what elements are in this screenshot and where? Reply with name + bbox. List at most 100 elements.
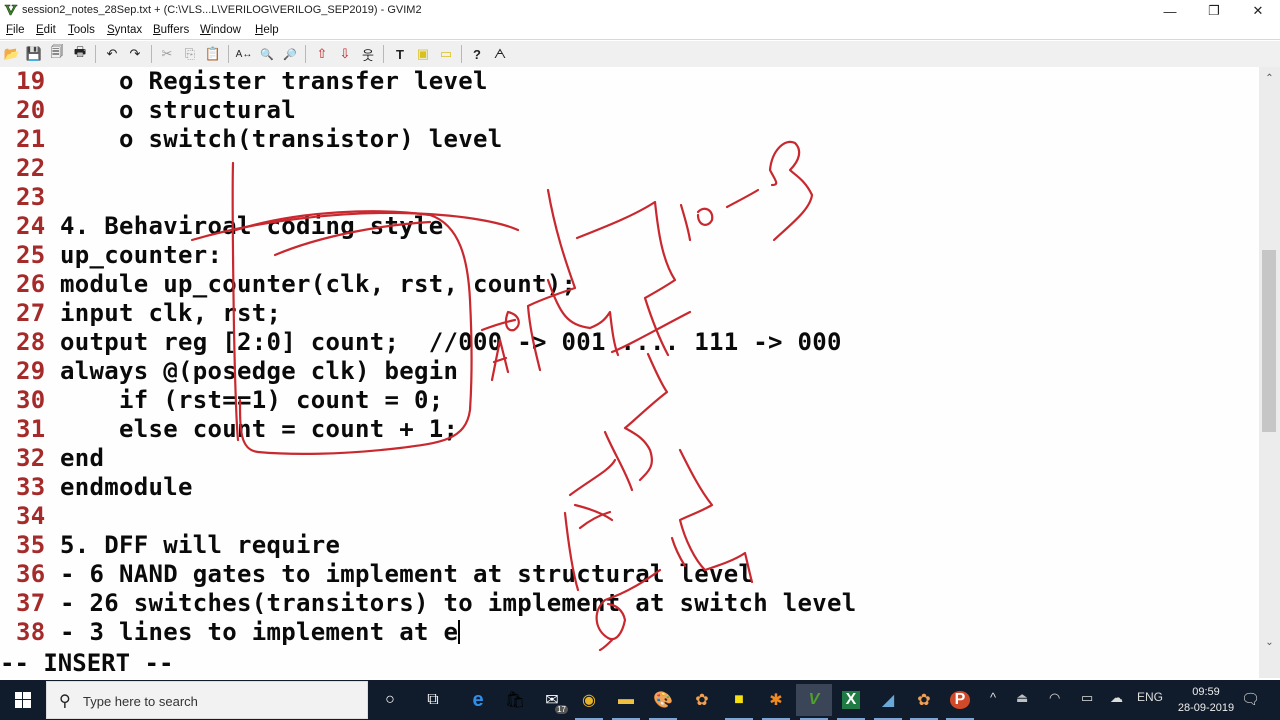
taskbar-app-blue[interactable]: ◢	[870, 684, 906, 720]
open-button[interactable]: 📂	[2, 44, 22, 64]
line-number: 31	[16, 415, 46, 443]
line-number: 23	[16, 183, 46, 211]
taskbar-cortana[interactable]: ○	[372, 684, 408, 716]
save-session-button[interactable]: ⇩	[335, 44, 355, 64]
system-clock[interactable]: 09:59 28-09-2019	[1176, 684, 1236, 716]
wifi-icon[interactable]: ◠	[1049, 690, 1060, 706]
line-number: 35	[16, 531, 46, 559]
network-drive-icon[interactable]: ⏏	[1016, 690, 1028, 706]
find-replace-button[interactable]: A↔	[234, 44, 254, 64]
scroll-up-button[interactable]: ⌃	[1259, 69, 1280, 87]
print-button[interactable]: 🖶	[70, 44, 90, 64]
scrollbar-thumb[interactable]	[1262, 250, 1276, 432]
taskbar-paint[interactable]: 🎨	[645, 684, 681, 720]
editor-line: 36 - 6 NAND gates to implement at structu…	[0, 560, 753, 589]
save-all-icon: 🗐	[50, 44, 64, 59]
menu-buffers[interactable]: Buffers	[153, 24, 189, 36]
editor-line: 23	[0, 183, 60, 212]
taskbar-chrome[interactable]: ◉	[571, 684, 607, 720]
windows-taskbar: ⚲ Type here to search ○ ⧉ e 🛍 ✉ 17 ◉ ▬ 🎨 …	[0, 680, 1280, 720]
find-next-button[interactable]: 🔍	[257, 44, 277, 64]
cut-icon: ✂	[161, 46, 173, 61]
tag-icon: ▭	[439, 46, 453, 61]
toolbar-separator	[95, 45, 96, 63]
close-button[interactable]: ✕	[1236, 0, 1280, 22]
paste-button[interactable]: 📋	[203, 44, 223, 64]
shell-button[interactable]: ▣	[413, 44, 433, 64]
minimize-button[interactable]: —	[1148, 0, 1192, 22]
redo-button[interactable]: ↷	[125, 44, 145, 64]
windows-logo-icon	[15, 692, 31, 708]
taskbar-app-orange-2[interactable]: ✿	[906, 684, 942, 720]
menu-help[interactable]: Help	[255, 24, 279, 36]
editor-line: 37 - 26 switches(transitors) to implement…	[0, 589, 856, 618]
vertical-scrollbar[interactable]: ⌃ ⌄	[1259, 67, 1280, 678]
window-title: session2_notes_28Sep.txt + (C:\VLS...L\V…	[22, 4, 422, 16]
taskbar-store[interactable]: 🛍	[497, 684, 533, 716]
line-text: o switch(transistor) level	[60, 125, 503, 153]
search-placeholder: Type here to search	[83, 694, 198, 709]
find-help-button[interactable]: ᗅ	[490, 44, 510, 64]
save-button[interactable]: 💾	[24, 44, 44, 64]
taskbar-app-asterisk[interactable]: ✱	[758, 684, 794, 720]
task-view-icon: ⧉	[427, 691, 439, 708]
taskbar-sticky-notes[interactable]: ■	[721, 684, 757, 720]
editor-line: 24 4. Behaviroal coding style	[0, 212, 443, 241]
taskbar-excel[interactable]: X	[833, 684, 869, 720]
menu-window[interactable]: Window	[200, 24, 241, 36]
undo-button[interactable]: ↶	[102, 44, 122, 64]
toolbar-separator	[461, 45, 462, 63]
line-number: 32	[16, 444, 46, 472]
action-center-icon[interactable]: 🗨	[1241, 690, 1260, 708]
onedrive-icon[interactable]: ☁	[1110, 690, 1123, 706]
sticky-notes-icon: ■	[734, 691, 744, 708]
taskbar-file-explorer[interactable]: ▬	[608, 684, 644, 720]
show-hidden-icons-button[interactable]: ^	[990, 690, 996, 705]
editor-line: 32 end	[0, 444, 104, 473]
menu-syntax[interactable]: Syntax	[107, 24, 142, 36]
editor-line: 19 o Register transfer level	[0, 67, 488, 96]
line-number: 29	[16, 357, 46, 385]
editor-line: 27 input clk, rst;	[0, 299, 281, 328]
run-script-button[interactable]: 웃	[358, 44, 378, 64]
load-session-button[interactable]: ⇧	[312, 44, 332, 64]
editor-line: 28 output reg [2:0] count; //000 -> 001 .…	[0, 328, 842, 357]
cortana-icon: ○	[385, 691, 395, 708]
tags-button[interactable]: ▭	[436, 44, 456, 64]
save-all-button[interactable]: 🗐	[47, 44, 67, 64]
taskbar-edge[interactable]: e	[460, 684, 496, 716]
restore-button[interactable]: ❐	[1192, 0, 1236, 22]
menu-file[interactable]: File	[6, 24, 25, 36]
line-number: 28	[16, 328, 46, 356]
minimize-icon: —	[1163, 3, 1177, 19]
line-number: 20	[16, 96, 46, 124]
taskbar-app-orange-1[interactable]: ✿	[684, 684, 720, 716]
cut-button[interactable]: ✂	[157, 44, 177, 64]
folder-icon: ▬	[618, 691, 634, 708]
taskbar-powerpoint[interactable]: P	[942, 684, 978, 720]
line-text: o structural	[60, 96, 296, 124]
taskbar-gvim[interactable]: V	[796, 684, 832, 720]
copy-button[interactable]: ⎘	[180, 44, 200, 64]
battery-icon[interactable]: ▭	[1081, 690, 1093, 706]
mode-indicator: -- INSERT --	[0, 649, 174, 677]
editor-line: 31 else count = count + 1;	[0, 415, 458, 444]
language-indicator[interactable]: ENG	[1137, 690, 1163, 704]
editor-line: 38 - 3 lines to implement at e	[0, 618, 461, 647]
make-button[interactable]: T	[390, 44, 410, 64]
taskbar-search-box[interactable]: ⚲ Type here to search	[46, 681, 368, 719]
line-number: 38	[16, 618, 46, 646]
close-icon: ✕	[1252, 3, 1264, 18]
menu-edit[interactable]: Edit	[36, 24, 56, 36]
taskbar-mail[interactable]: ✉ 17	[534, 684, 570, 716]
menu-tools[interactable]: Tools	[68, 24, 95, 36]
search-icon: ⚲	[59, 693, 71, 710]
line-text: always @(posedge clk) begin	[60, 357, 459, 385]
taskbar-task-view[interactable]: ⧉	[415, 684, 451, 716]
shell-icon: ▣	[416, 46, 430, 61]
scroll-down-button[interactable]: ⌄	[1259, 633, 1280, 651]
text-editor[interactable]: 19 o Register transfer level 20 o struct…	[0, 67, 1259, 678]
find-prev-button[interactable]: 🔎	[280, 44, 300, 64]
start-button[interactable]	[0, 680, 46, 720]
help-button[interactable]: ?	[467, 44, 487, 64]
